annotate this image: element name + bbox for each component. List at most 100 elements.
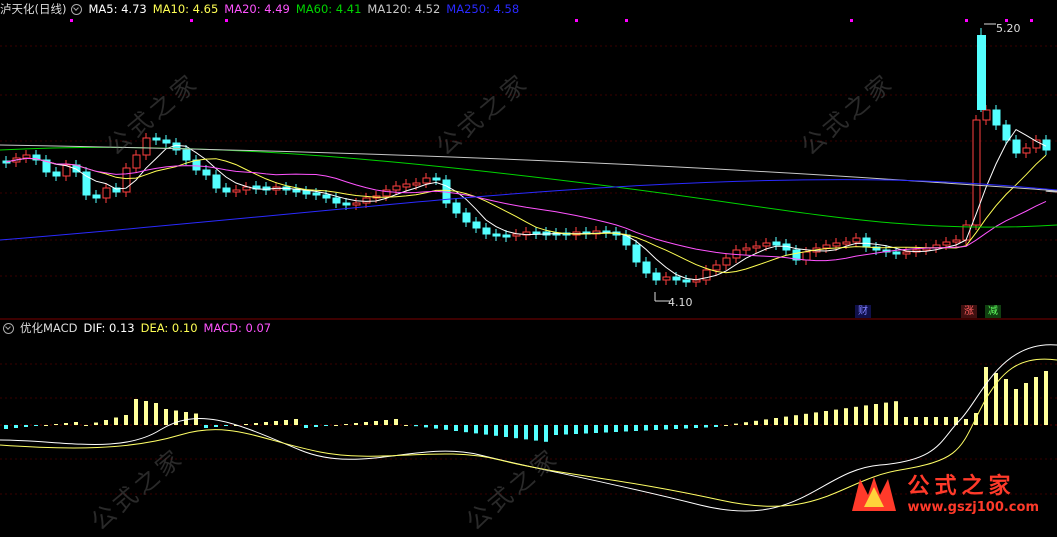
candle-body bbox=[462, 212, 471, 223]
candle-body bbox=[992, 109, 1001, 126]
candle-body bbox=[402, 183, 411, 188]
macd-bar bbox=[854, 406, 858, 425]
macd-bar bbox=[734, 423, 738, 425]
macd-bar bbox=[54, 424, 58, 425]
marker-dot bbox=[225, 19, 228, 22]
macd-bar bbox=[284, 420, 288, 425]
macd-bar bbox=[1014, 389, 1018, 425]
candle-body bbox=[982, 109, 991, 121]
tag-jian[interactable]: 减 bbox=[985, 305, 1001, 318]
candle-body bbox=[162, 139, 171, 144]
candle-body bbox=[622, 234, 631, 246]
macd-bar bbox=[124, 415, 128, 425]
macd-bar bbox=[384, 420, 388, 425]
macd-bar bbox=[374, 421, 378, 425]
tag-zhang[interactable]: 涨 bbox=[961, 305, 977, 318]
candle-body bbox=[432, 177, 441, 181]
ma10-line bbox=[5, 154, 1047, 274]
macd-bar bbox=[74, 422, 78, 425]
macd-bar bbox=[934, 417, 938, 425]
candle-body bbox=[342, 202, 351, 206]
candle-body bbox=[972, 119, 981, 226]
candle-body bbox=[842, 241, 851, 245]
candle-body bbox=[332, 197, 341, 204]
macd-bar bbox=[994, 373, 998, 425]
macd-bar bbox=[204, 425, 208, 428]
macd-bar bbox=[604, 425, 608, 433]
candle-body bbox=[662, 276, 671, 281]
macd-bar bbox=[874, 404, 878, 425]
candle-body bbox=[482, 227, 491, 235]
macd-bar bbox=[354, 423, 358, 425]
macd-bar bbox=[774, 418, 778, 425]
candle-body bbox=[102, 187, 111, 199]
candle-body bbox=[82, 171, 91, 196]
candle-body bbox=[712, 264, 721, 271]
candle-body bbox=[952, 239, 961, 243]
candle-body bbox=[422, 177, 431, 184]
macd-bar bbox=[664, 425, 668, 430]
high-price-label: 5.20 bbox=[996, 22, 1021, 35]
candle-body bbox=[1022, 147, 1031, 154]
macd-bar bbox=[884, 402, 888, 425]
macd-bar bbox=[544, 425, 548, 442]
candle-body bbox=[412, 182, 421, 186]
macd-bar bbox=[644, 425, 648, 431]
macd-bar bbox=[624, 425, 628, 432]
candle-body bbox=[652, 272, 661, 281]
macd-bar bbox=[294, 419, 298, 425]
macd-bar bbox=[684, 425, 688, 429]
candle-body bbox=[492, 233, 501, 237]
candle-body bbox=[742, 247, 751, 251]
ma120-line bbox=[0, 144, 1057, 193]
macd-bar bbox=[744, 422, 748, 425]
logo-url: www.gszj100.com bbox=[907, 500, 1039, 515]
macd-bar bbox=[844, 408, 848, 425]
candle-body bbox=[212, 174, 221, 189]
candle-body bbox=[692, 279, 701, 283]
candle-body bbox=[752, 245, 761, 249]
macd-bar bbox=[784, 416, 788, 425]
candle-body bbox=[312, 192, 321, 196]
macd-bar bbox=[244, 424, 248, 425]
macd-bar bbox=[894, 401, 898, 425]
macd-bar bbox=[1024, 383, 1028, 425]
tag-cai[interactable]: 财 bbox=[855, 305, 871, 318]
kline-chart[interactable] bbox=[0, 0, 1057, 519]
macd-bar bbox=[554, 425, 558, 435]
candle-body bbox=[762, 242, 771, 247]
macd-bar bbox=[464, 425, 468, 433]
macd-bar bbox=[154, 403, 158, 425]
low-price-label: 4.10 bbox=[668, 296, 693, 309]
macd-bar bbox=[264, 422, 268, 425]
macd-bar bbox=[654, 425, 658, 430]
candle-body bbox=[392, 185, 401, 191]
macd-bar bbox=[914, 417, 918, 425]
macd-bar bbox=[484, 425, 488, 435]
marker-dot bbox=[1030, 19, 1033, 22]
candle-body bbox=[472, 221, 481, 229]
marker-dot bbox=[850, 19, 853, 22]
macd-bar bbox=[274, 421, 278, 425]
macd-bar bbox=[504, 425, 508, 437]
macd-bar bbox=[694, 425, 698, 428]
candle-body bbox=[202, 169, 211, 176]
candle-body bbox=[832, 242, 841, 247]
candle-body bbox=[672, 276, 681, 281]
candle-body bbox=[1002, 124, 1011, 141]
macd-bar bbox=[614, 425, 618, 432]
macd-bar bbox=[344, 424, 348, 425]
macd-bar bbox=[864, 405, 868, 425]
candle-body bbox=[902, 251, 911, 255]
candle-body bbox=[222, 187, 231, 193]
candle-body bbox=[302, 190, 311, 195]
macd-bar bbox=[144, 401, 148, 425]
macd-bar bbox=[964, 419, 968, 425]
macd-bar bbox=[404, 425, 408, 426]
macd-bar bbox=[724, 425, 728, 426]
macd-bar bbox=[184, 412, 188, 425]
macd-bar bbox=[444, 425, 448, 430]
macd-bar bbox=[704, 425, 708, 428]
candle-body bbox=[802, 251, 811, 261]
marker-dot bbox=[190, 19, 193, 22]
